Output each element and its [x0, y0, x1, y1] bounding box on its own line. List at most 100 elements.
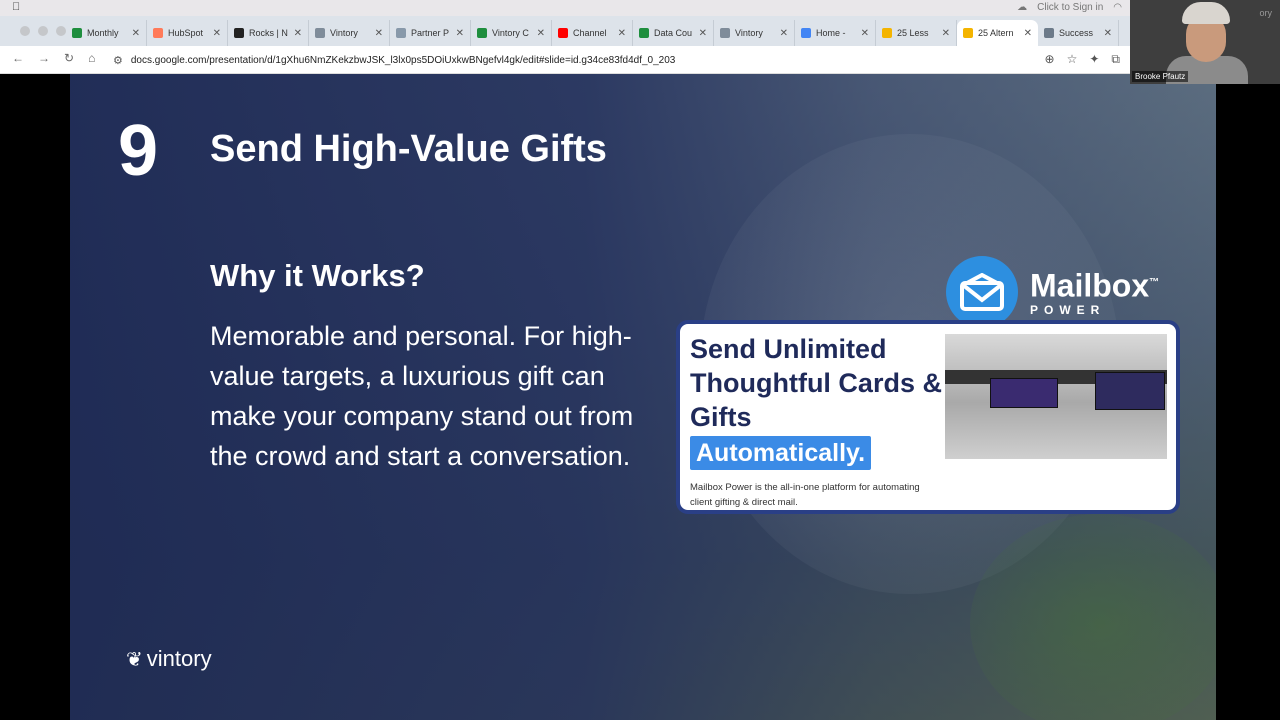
tab-favicon-icon	[639, 28, 649, 38]
extension-icon[interactable]: ✦	[1089, 52, 1099, 67]
slide-subheading: Why it Works?	[210, 258, 425, 293]
tab-title: Channel	[573, 28, 607, 38]
tab-title: Monthly	[87, 28, 119, 38]
tab-title: Success	[1059, 28, 1094, 38]
tab-list: Monthly ✕ HubSpot ✕ Rocks | N ✕ Vintory ✕ Partne…	[66, 20, 1119, 46]
tab-close-icon[interactable]: ✕	[294, 28, 302, 39]
tab-title: 25 Less	[897, 28, 929, 38]
cloud-icon[interactable]: ☁	[1017, 2, 1027, 13]
browser-tab[interactable]: Vintory ✕	[309, 20, 390, 46]
browser-toolbar: ← → ↻ ⌂ ⚙ docs.google.com/presentation/d…	[0, 46, 1130, 74]
tab-favicon-icon	[720, 28, 730, 38]
reload-icon[interactable]: ↻	[64, 51, 74, 65]
browser-tab[interactable]: 25 Altern ✕	[957, 20, 1038, 46]
home-icon[interactable]: ⌂	[88, 51, 95, 65]
tab-close-icon[interactable]: ✕	[456, 28, 464, 39]
tab-title: Partner P	[411, 28, 450, 38]
greeting-card-image	[990, 378, 1058, 408]
close-window-button[interactable]	[20, 26, 30, 36]
browser-tab[interactable]: Monthly ✕	[66, 20, 147, 46]
tab-favicon-icon	[963, 28, 973, 38]
tab-title: HubSpot	[168, 28, 204, 38]
slide-title: Send High-Value Gifts	[210, 128, 607, 170]
browser-tab[interactable]: Rocks | N ✕	[228, 20, 309, 46]
tab-favicon-icon	[396, 28, 406, 38]
back-arrow-icon[interactable]: ←	[12, 51, 24, 65]
wifi-icon[interactable]: ◠	[1113, 2, 1122, 13]
nav-buttons: ← → ↻ ⌂	[12, 51, 95, 65]
vintory-wordmark: vintory	[146, 646, 212, 671]
tab-close-icon[interactable]: ✕	[375, 28, 383, 39]
tab-close-icon[interactable]: ✕	[699, 28, 707, 39]
tab-title: Vintory	[330, 28, 358, 38]
browser-tab[interactable]: HubSpot ✕	[147, 20, 228, 46]
tab-favicon-icon	[153, 28, 163, 38]
tab-favicon-icon	[72, 28, 82, 38]
tab-close-icon[interactable]: ✕	[861, 28, 869, 39]
tab-favicon-icon	[477, 28, 487, 38]
card-machine-image	[945, 334, 1167, 459]
tab-title: Vintory C	[492, 28, 529, 38]
card-description: Mailbox Power is the all-in-one platform…	[690, 482, 920, 508]
browser-tab[interactable]: Home - ✕	[795, 20, 876, 46]
mailbox-power-logo: Mailbox™ POWER	[946, 256, 1159, 328]
tab-title: 25 Altern	[978, 28, 1014, 38]
video-background-logo: ory	[1259, 8, 1272, 18]
vintory-logo: ❦ vintory	[126, 646, 212, 672]
tab-close-icon[interactable]: ✕	[1024, 28, 1032, 39]
tab-favicon-icon	[234, 28, 244, 38]
browser-tab[interactable]: Vintory ✕	[714, 20, 795, 46]
slide-number: 9	[118, 111, 159, 191]
menu-bar-extras: ☁ Click to Sign in ◠	[1017, 2, 1122, 13]
vintory-mark-icon: ❦	[126, 648, 143, 671]
url-text: docs.google.com/presentation/d/1gXhu6NmZ…	[130, 54, 676, 66]
minimize-window-button[interactable]	[38, 26, 48, 36]
tab-title: Home -	[816, 28, 846, 38]
tab-close-icon[interactable]: ✕	[213, 28, 221, 39]
card-highlight: Automatically.	[690, 436, 872, 470]
tab-title: Data Cou	[654, 28, 693, 38]
browser-tab[interactable]: Partner P ✕	[390, 20, 471, 46]
apple-menu-icon[interactable]: 	[12, 1, 20, 13]
tab-title: Rocks | N	[249, 28, 288, 38]
tab-close-icon[interactable]: ✕	[942, 28, 950, 39]
window-controls	[20, 26, 66, 36]
tab-close-icon[interactable]: ✕	[780, 28, 788, 39]
zoom-icon[interactable]: ⊕	[1045, 52, 1055, 67]
browser-tab[interactable]: 25 Less ✕	[876, 20, 957, 46]
browser-tab-strip: Monthly ✕ HubSpot ✕ Rocks | N ✕ Vintory ✕ Partne…	[0, 16, 1130, 46]
tab-close-icon[interactable]: ✕	[1104, 28, 1112, 39]
sign-in-status[interactable]: Click to Sign in	[1037, 2, 1103, 13]
mailbox-power-screenshot: Send Unlimited Thoughtful Cards & Gifts …	[676, 320, 1180, 514]
tab-close-icon[interactable]: ✕	[618, 28, 626, 39]
tab-close-icon[interactable]: ✕	[537, 28, 545, 39]
puzzle-icon[interactable]: ⧉	[1111, 52, 1120, 67]
browser-tab[interactable]: Channel ✕	[552, 20, 633, 46]
webcam-video: ory Brooke Pfautz	[1130, 0, 1280, 84]
tab-favicon-icon	[1044, 28, 1054, 38]
tab-title: Vintory	[735, 28, 763, 38]
tab-favicon-icon	[315, 28, 325, 38]
address-bar[interactable]: ⚙ docs.google.com/presentation/d/1gXhu6N…	[113, 50, 1033, 70]
toolbar-actions: ⊕ ☆ ✦ ⧉	[1045, 52, 1120, 67]
envelope-icon	[946, 256, 1018, 328]
presentation-slide: 9 Send High-Value Gifts Why it Works? Me…	[70, 74, 1216, 720]
slide-body-text: Memorable and personal. For high-value t…	[210, 321, 634, 471]
site-settings-icon[interactable]: ⚙	[113, 54, 123, 67]
card-heading: Send Unlimited Thoughtful Cards & Gifts	[690, 334, 942, 432]
tab-favicon-icon	[882, 28, 892, 38]
browser-tab[interactable]: Success ✕	[1038, 20, 1119, 46]
presenter-hat	[1182, 2, 1230, 24]
browser-tab[interactable]: Data Cou ✕	[633, 20, 714, 46]
tab-favicon-icon	[558, 28, 568, 38]
forward-arrow-icon[interactable]: →	[38, 51, 50, 65]
bookmark-star-icon[interactable]: ☆	[1067, 52, 1078, 67]
tab-close-icon[interactable]: ✕	[132, 28, 140, 39]
zoom-window-button[interactable]	[56, 26, 66, 36]
mailbox-power-tagline: POWER	[1030, 303, 1106, 318]
browser-tab[interactable]: Vintory C ✕	[471, 20, 552, 46]
greeting-card-image	[1095, 372, 1165, 410]
presenter-name: Brooke Pfautz	[1132, 71, 1189, 82]
tab-favicon-icon	[801, 28, 811, 38]
mailbox-power-name: Mailbox™	[1030, 267, 1160, 304]
